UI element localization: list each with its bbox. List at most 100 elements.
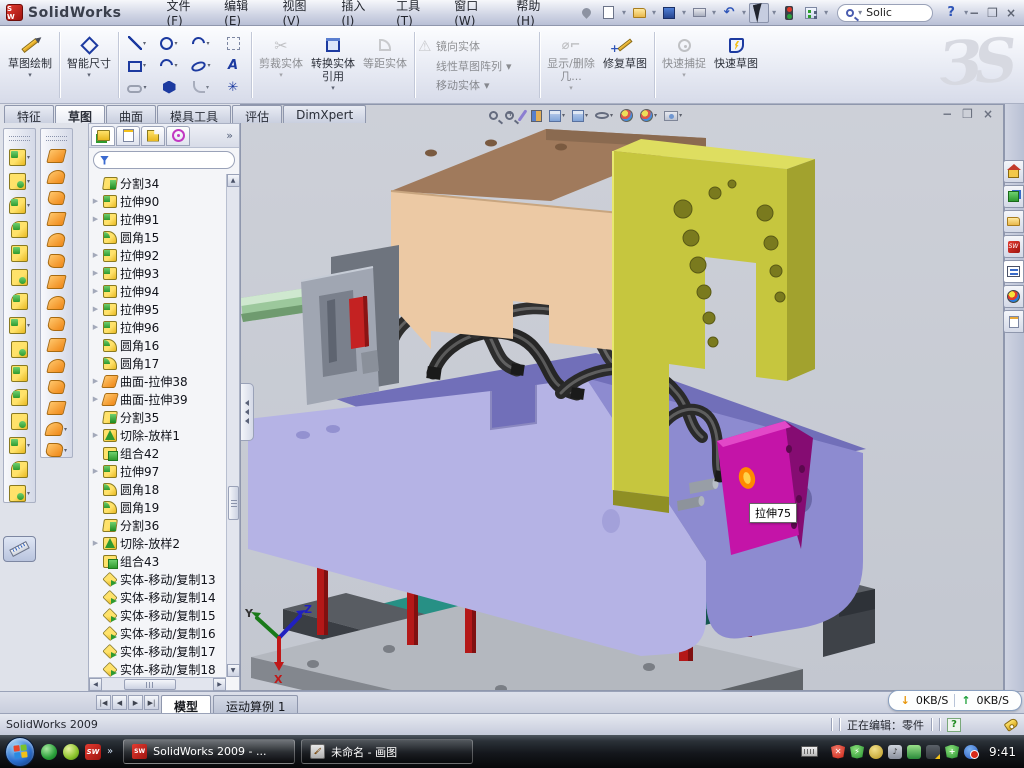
tab-motion-study[interactable]: 运动算例 1: [213, 695, 298, 713]
display-delete-relations-button[interactable]: ⌀⌐ 显示/删除几...▾: [543, 29, 599, 101]
expand-arrow-icon[interactable]: ▶: [91, 323, 100, 331]
expand-arrow-icon[interactable]: ▶: [91, 269, 100, 277]
tree-item[interactable]: 分割34: [91, 174, 226, 192]
expand-arrow-icon[interactable]: ▶: [91, 215, 100, 223]
dimxpertmanager-tab[interactable]: [166, 126, 190, 146]
tab-nav-button[interactable]: ◀: [112, 695, 127, 710]
tab-草图[interactable]: 草图: [55, 105, 105, 123]
quick-snaps-button[interactable]: 快速捕捉▾: [658, 29, 710, 101]
sketch-fillet-button[interactable]: ▾: [186, 76, 216, 98]
trim-entities-button[interactable]: ✂ 剪裁实体▾: [255, 29, 307, 101]
doc-minimize-button[interactable]: −: [942, 107, 952, 121]
security-shield-icon[interactable]: ⚡: [850, 745, 864, 759]
scroll-right-button[interactable]: ▶: [213, 678, 226, 691]
selection-box-button[interactable]: [218, 32, 248, 54]
propertymanager-tab[interactable]: [116, 126, 140, 146]
delete-face-button[interactable]: [48, 380, 65, 394]
restore-button[interactable]: ❒: [987, 6, 998, 20]
manager-tabs-overflow[interactable]: »: [226, 129, 239, 142]
search-box[interactable]: ▾ Solic: [837, 4, 933, 22]
filled-surface-button[interactable]: [48, 254, 65, 268]
tree-item[interactable]: ▶拉伸95: [91, 300, 226, 318]
measure-button[interactable]: [3, 536, 36, 562]
point-button[interactable]: ✳: [218, 76, 248, 98]
tree-item[interactable]: ▶拉伸97: [91, 462, 226, 480]
swept-surface-button[interactable]: [48, 191, 65, 205]
undo-icon[interactable]: ↶: [719, 3, 739, 23]
slot-button[interactable]: ▾: [122, 76, 152, 98]
pin-icon[interactable]: [577, 3, 597, 23]
input-method-keyboard-icon[interactable]: [801, 746, 818, 757]
view-palette-tab[interactable]: [1003, 260, 1024, 283]
tab-DimXpert[interactable]: DimXpert: [283, 105, 366, 123]
mirror-entities-button[interactable]: ⚠ 镜向实体: [418, 37, 536, 55]
extruded-boss-button[interactable]: ▾: [9, 149, 30, 166]
volume-icon[interactable]: ♪: [888, 745, 902, 759]
radiate-surface-button[interactable]: [48, 317, 65, 331]
tab-特征[interactable]: 特征: [4, 105, 54, 123]
scroll-down-button[interactable]: ▼: [227, 664, 240, 677]
revolved-surface-button[interactable]: [48, 170, 65, 184]
polygon-button[interactable]: [154, 76, 184, 98]
tree-item[interactable]: ▶切除-放样2: [91, 534, 226, 552]
edit-appearance-button[interactable]: [618, 107, 635, 124]
reference-geometry-button[interactable]: ▾: [9, 437, 30, 454]
expand-arrow-icon[interactable]: ▶: [91, 377, 100, 385]
design-library-tab[interactable]: [1003, 185, 1024, 208]
combine-button[interactable]: [11, 365, 28, 382]
security-suite-icon[interactable]: [63, 744, 79, 760]
scroll-up-button[interactable]: ▲: [227, 174, 240, 187]
extruded-surface-button[interactable]: [48, 149, 65, 163]
tree-vertical-scrollbar[interactable]: ▲ ▼: [226, 174, 239, 677]
spline-button[interactable]: ▾: [186, 32, 216, 54]
quick-tips-icon[interactable]: ?: [947, 718, 961, 732]
apply-scene-button[interactable]: ▾: [638, 107, 659, 124]
display-style-button[interactable]: ▾: [547, 108, 567, 124]
home-tab[interactable]: [1003, 160, 1024, 183]
tree-item[interactable]: 实体-移动/复制13: [91, 570, 226, 588]
taskbar-button[interactable]: 🖌未命名 - 画图: [301, 739, 473, 764]
rectangle-button[interactable]: ▾: [122, 54, 152, 76]
tree-item[interactable]: 实体-移动/复制17: [91, 642, 226, 660]
tab-nav-button[interactable]: |◀: [96, 695, 111, 710]
solidworks-resources-tab[interactable]: SW: [1003, 235, 1024, 258]
open-folder-icon[interactable]: [629, 3, 649, 23]
rapid-sketch-button[interactable]: 快速草图: [710, 29, 762, 101]
circle-button[interactable]: ▾: [154, 32, 184, 54]
tree-item[interactable]: ▶拉伸90: [91, 192, 226, 210]
sync-blocked-icon[interactable]: [964, 745, 978, 759]
minimize-button[interactable]: −: [969, 6, 979, 20]
line-button[interactable]: ▾: [122, 32, 152, 54]
graphics-viewport[interactable]: Y Z X ▾▾▾▾▾ − ❒ × 拉伸75: [240, 104, 1004, 691]
rebuild-traffic-light-icon[interactable]: [779, 3, 799, 23]
tree-item[interactable]: ▶曲面-拉伸39: [91, 390, 226, 408]
tree-item[interactable]: 分割36: [91, 516, 226, 534]
boundary-surface-button[interactable]: [48, 233, 65, 247]
offset-surface-button[interactable]: [48, 296, 65, 310]
view-orientation-button[interactable]: [529, 108, 544, 124]
sketch-text-button[interactable]: A: [218, 54, 248, 76]
certificate-icon[interactable]: [869, 745, 883, 759]
shell-button[interactable]: [11, 269, 28, 286]
start-button[interactable]: [5, 737, 35, 767]
tree-item[interactable]: 分割35: [91, 408, 226, 426]
expand-arrow-icon[interactable]: ▶: [91, 431, 100, 439]
expand-arrow-icon[interactable]: ▶: [91, 251, 100, 259]
tree-item[interactable]: ▶拉伸93: [91, 264, 226, 282]
extend-surface-button[interactable]: [48, 401, 65, 415]
taskbar-button[interactable]: SWSolidWorks 2009 - ...: [123, 739, 295, 764]
appearances-tab[interactable]: [1003, 285, 1024, 308]
tree-item[interactable]: 实体-移动/复制18: [91, 660, 226, 677]
sketch-button[interactable]: 草图绘制▾: [4, 29, 56, 101]
network-icon[interactable]: [907, 745, 921, 759]
curves-button[interactable]: ▾: [9, 485, 30, 502]
reference-point-button[interactable]: [11, 461, 28, 478]
tab-曲面[interactable]: 曲面: [106, 105, 156, 123]
solidworks-quicklaunch-icon[interactable]: SW: [85, 744, 101, 760]
health-shield-icon[interactable]: +: [945, 745, 959, 759]
tags-icon[interactable]: [1004, 717, 1020, 732]
print-icon[interactable]: [689, 3, 709, 23]
smart-dimension-button[interactable]: 智能尺寸▾: [63, 29, 115, 101]
reference-point2-button[interactable]: ▾: [46, 422, 67, 436]
move-entities-button[interactable]: 移动实体▾: [418, 77, 536, 93]
